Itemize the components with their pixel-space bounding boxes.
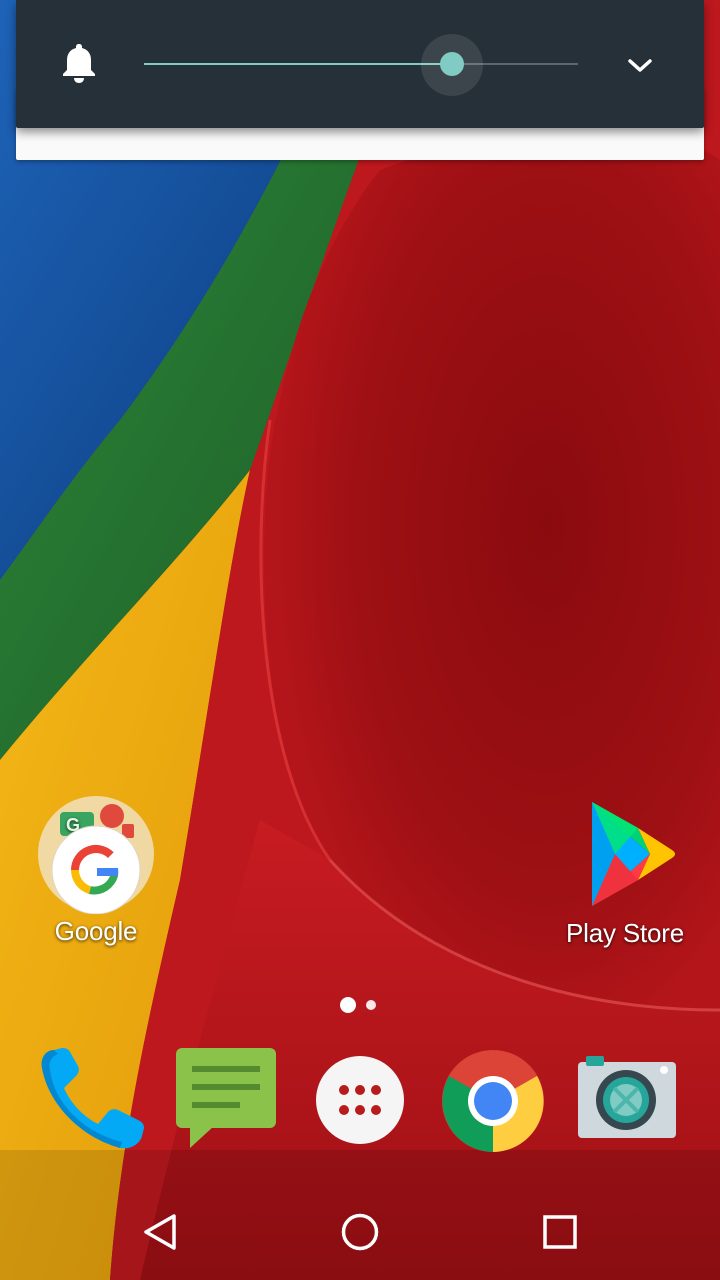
messages-icon[interactable] [174,1046,280,1152]
volume-slider-fill [144,63,453,65]
page-indicator [338,995,388,1015]
page-dot [366,1000,376,1010]
volume-slider-thumb[interactable] [440,52,465,76]
app-drawer-icon[interactable] [314,1054,406,1146]
back-icon[interactable] [124,1202,196,1262]
chrome-icon[interactable] [440,1048,546,1154]
volume-slider[interactable] [144,34,578,96]
phone-icon[interactable] [36,1044,148,1156]
play-store-icon [570,798,680,914]
chevron-down-icon[interactable] [616,46,664,86]
recents-icon[interactable] [524,1202,596,1262]
home-icon[interactable] [324,1202,396,1262]
google-folder-label: Google [54,916,138,946]
play-store-shortcut[interactable]: Play Store [552,798,698,949]
google-folder-icon: G [36,794,156,915]
bell-icon[interactable] [60,42,98,84]
page-dot-active [340,997,356,1013]
volume-panel [16,0,704,128]
play-store-label: Play Store [566,918,684,948]
google-folder-shortcut[interactable]: G Google [28,794,164,947]
navigation-bar [0,1184,720,1280]
camera-icon[interactable] [576,1054,680,1144]
